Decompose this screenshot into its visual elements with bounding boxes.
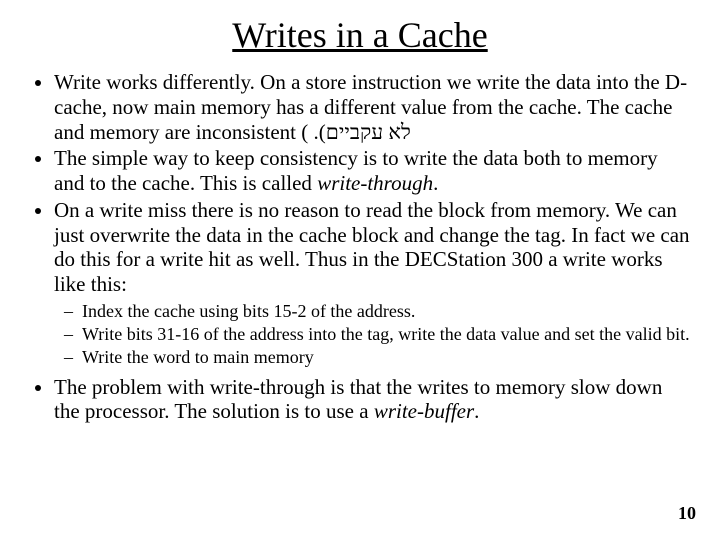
bullet-item: The simple way to keep consistency is to… bbox=[54, 146, 692, 196]
sub-bullet-text: Write the word to main memory bbox=[82, 347, 314, 367]
bullet-text: On a write miss there is no reason to re… bbox=[54, 198, 690, 296]
bullet-text: The problem with write-through is that t… bbox=[54, 375, 662, 424]
bullet-text: . bbox=[433, 171, 438, 195]
bullet-text: . bbox=[474, 399, 479, 423]
sub-bullet-text: Write bits 31-16 of the address into the… bbox=[82, 324, 690, 344]
sub-bullet-item: Write bits 31-16 of the address into the… bbox=[82, 324, 692, 345]
sub-bullet-item: Write the word to main memory bbox=[82, 347, 692, 368]
slide-title: Writes in a Cache bbox=[28, 14, 692, 56]
page-number: 10 bbox=[678, 503, 696, 524]
sub-bullet-item: Index the cache using bits 15-2 of the a… bbox=[82, 301, 692, 322]
term-write-through: write-through bbox=[317, 171, 433, 195]
bullet-item: Write works differently. On a store inst… bbox=[54, 70, 692, 144]
sub-bullet-text: Index the cache using bits 15-2 of the a… bbox=[82, 301, 415, 321]
bullet-item: On a write miss there is no reason to re… bbox=[54, 198, 692, 369]
sub-bullet-list: Index the cache using bits 15-2 of the a… bbox=[54, 301, 692, 369]
slide: Writes in a Cache Write works differentl… bbox=[0, 0, 720, 540]
bullet-list: Write works differently. On a store inst… bbox=[28, 70, 692, 424]
bullet-item: The problem with write-through is that t… bbox=[54, 375, 692, 425]
bullet-text-hebrew: לא עקביים bbox=[326, 120, 411, 144]
term-write-buffer: write-buffer bbox=[374, 399, 474, 423]
